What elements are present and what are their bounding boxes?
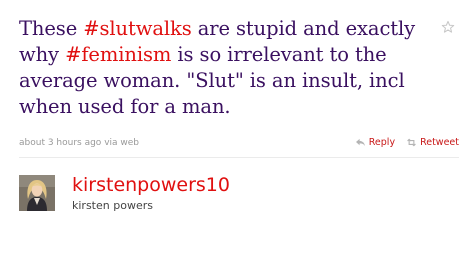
retweet-icon: [407, 138, 416, 147]
retweet-label: Retweet: [420, 137, 459, 148]
reply-button[interactable]: Reply: [355, 137, 395, 148]
hashtag-slutwalks-link[interactable]: #slutwalks: [83, 17, 191, 40]
tweet-text-segment: These: [19, 17, 84, 40]
tweet-actions: Reply Retweet: [355, 137, 459, 148]
retweet-button[interactable]: Retweet: [406, 137, 459, 148]
star-icon[interactable]: [441, 20, 455, 34]
author-full-name: kirsten powers: [72, 199, 153, 212]
hashtag-feminism-link[interactable]: #feminism: [65, 43, 171, 66]
reply-icon: [355, 138, 365, 147]
via-source: via web: [104, 138, 140, 148]
avatar-photo: [19, 175, 55, 211]
tweet-text: These #slutwalks are stupid and exactly …: [19, 16, 451, 120]
author-username-link[interactable]: kirstenpowers10: [72, 174, 230, 196]
reply-label: Reply: [368, 137, 396, 148]
divider: [19, 157, 459, 158]
timestamp[interactable]: about 3 hours ago: [19, 138, 101, 148]
tweet-meta: about 3 hours ago via web: [19, 138, 139, 148]
avatar[interactable]: [19, 175, 55, 211]
